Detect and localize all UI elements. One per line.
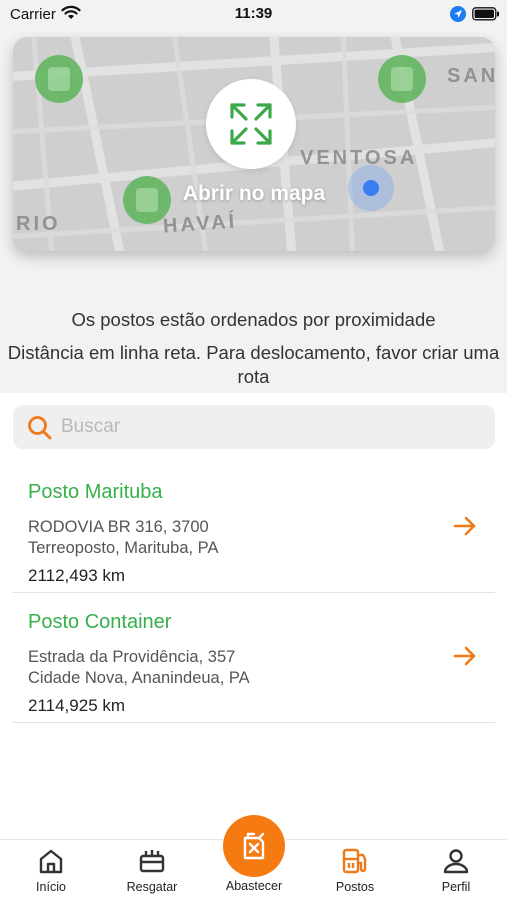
home-icon: [39, 849, 63, 874]
abastecer-button[interactable]: [223, 815, 285, 877]
station-list-item[interactable]: Posto Container Estrada da Providência, …: [13, 592, 495, 723]
arrow-right-icon[interactable]: [453, 645, 477, 667]
search-bar[interactable]: [13, 405, 495, 449]
fuel-can-icon: [243, 832, 265, 860]
user-icon: [443, 849, 469, 874]
gift-icon: [139, 850, 165, 873]
tab-label: Perfil: [441, 880, 471, 894]
map-station-pin: [35, 55, 83, 103]
station-distance: 2114,925 km: [28, 696, 126, 715]
status-bar: Carrier 11:39: [0, 0, 507, 30]
map-preview[interactable]: VENTOSA HAVAÍ RIO SAN Abrir no mapa: [13, 37, 495, 251]
station-address-line1: Estrada da Providência, 357: [28, 648, 236, 666]
search-icon: [28, 416, 52, 440]
map-station-pin: [378, 55, 426, 103]
tab-perfil[interactable]: Perfil: [411, 840, 501, 900]
station-name: Posto Container: [28, 611, 172, 633]
station-address: RODOVIA BR 316, 3700 Terreoposto, Maritu…: [28, 517, 218, 559]
tab-inicio[interactable]: Início: [6, 840, 96, 900]
station-address-line2: Cidade Nova, Ananindeua, PA: [28, 669, 250, 687]
tab-label: Postos: [335, 880, 375, 894]
arrow-right-icon[interactable]: [453, 515, 477, 537]
search-input[interactable]: [61, 405, 481, 449]
map-street-label: SAN: [447, 65, 495, 87]
gas-station-icon: [342, 848, 367, 874]
map-street-label: RIO: [16, 213, 61, 235]
distance-info-text: Distância em linha reta. Para deslocamen…: [7, 342, 500, 387]
station-address: Estrada da Providência, 357 Cidade Nova,…: [28, 647, 250, 689]
station-address-line1: RODOVIA BR 316, 3700: [28, 518, 209, 536]
location-arrow-icon: [450, 6, 466, 22]
station-distance: 2112,493 km: [28, 566, 126, 585]
tab-label[interactable]: Abastecer: [204, 879, 304, 893]
tab-postos[interactable]: Postos: [310, 840, 400, 900]
expand-arrows-icon: [230, 103, 272, 145]
status-time: 11:39: [234, 5, 273, 22]
open-map-button[interactable]: [206, 79, 296, 169]
map-street-label: VENTOSA: [300, 147, 418, 169]
tab-label: Resgatar: [126, 880, 178, 894]
station-address-line2: Terreoposto, Marituba, PA: [28, 539, 219, 557]
station-list-item[interactable]: Posto Marituba RODOVIA BR 316, 3700 Terr…: [13, 462, 495, 593]
station-name: Posto Marituba: [28, 481, 163, 503]
tab-label: Início: [36, 880, 66, 894]
tab-resgatar[interactable]: Resgatar: [107, 840, 197, 900]
open-map-label[interactable]: Abrir no mapa: [13, 182, 495, 206]
sort-info-text: Os postos estão ordenados por proximidad…: [71, 309, 436, 330]
battery-icon: [472, 7, 499, 21]
